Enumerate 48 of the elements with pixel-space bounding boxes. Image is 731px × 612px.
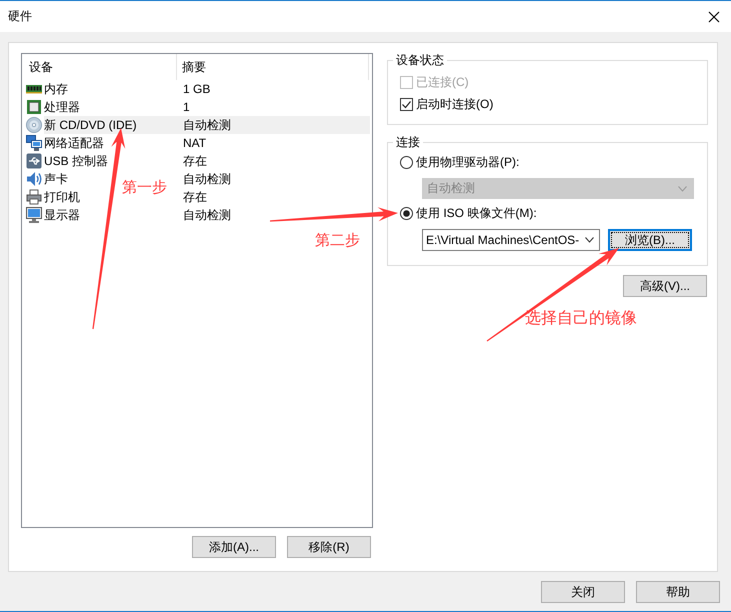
chevron-down-icon [585, 237, 594, 243]
device-name[interactable]: 声卡 [44, 172, 68, 186]
disc-icon [26, 117, 42, 133]
chevron-down-icon [678, 186, 687, 192]
browse-button[interactable]: 浏览(B)... [608, 229, 692, 251]
speaker-icon [26, 171, 42, 187]
device-summary: 自动检测 [183, 208, 231, 222]
device-name[interactable]: 显示器 [44, 208, 80, 222]
window-title: 硬件 [8, 9, 32, 24]
remove-device-button[interactable]: 移除(R) [287, 536, 371, 558]
device-summary: 存在 [183, 190, 207, 204]
device-summary: 1 [183, 100, 190, 114]
iso-path-combo[interactable]: E:\Virtual Machines\CentOS- [422, 229, 600, 251]
device-name[interactable]: 打印机 [44, 190, 80, 204]
checkbox[interactable] [400, 98, 413, 110]
radio-button[interactable] [400, 206, 413, 220]
device-summary: 1 GB [183, 82, 210, 96]
device-name[interactable]: USB 控制器 [44, 154, 108, 168]
selected-row[interactable]: 新 CD/DVD (IDE) 自动检测 [44, 116, 370, 134]
advanced-button[interactable]: 高级(V)... [623, 275, 707, 297]
device-name[interactable]: 新 CD/DVD (IDE) [44, 118, 137, 132]
device-name[interactable]: 网络适配器 [44, 136, 104, 150]
annotation-text: 选择自己的镜像 [525, 311, 637, 327]
monitors-icon [26, 135, 42, 151]
annotation-text: 第二步 [315, 233, 360, 249]
radio-label[interactable]: 使用物理驱动器(P): [416, 154, 520, 170]
device-summary: 自动检测 [183, 172, 231, 186]
annotation-text: 第一步 [122, 180, 167, 196]
group-title: 连接 [395, 135, 421, 149]
usb-icon [26, 153, 42, 169]
close-dialog-button[interactable]: 关闭 [541, 581, 625, 603]
printer-icon [26, 189, 42, 205]
device-name[interactable]: 处理器 [44, 100, 80, 114]
close-icon[interactable] [708, 10, 720, 22]
device-name[interactable]: 内存 [44, 82, 68, 96]
checkbox-label[interactable]: 启动时连接(O) [416, 96, 494, 112]
column-header[interactable]: 摘要 [177, 54, 369, 80]
radio-label[interactable]: 使用 ISO 映像文件(M): [416, 206, 537, 220]
monitor-icon [26, 207, 42, 223]
help-button[interactable]: 帮助 [636, 581, 720, 603]
chip-icon [26, 99, 42, 115]
add-device-button[interactable]: 添加(A)... [192, 536, 276, 558]
device-summary: 自动检测 [183, 118, 231, 132]
column-header[interactable]: 设备 [22, 54, 177, 80]
group-title: 设备状态 [395, 53, 445, 67]
radio-button[interactable] [400, 156, 413, 168]
device-summary: NAT [183, 136, 206, 150]
device-summary: 存在 [183, 154, 207, 168]
